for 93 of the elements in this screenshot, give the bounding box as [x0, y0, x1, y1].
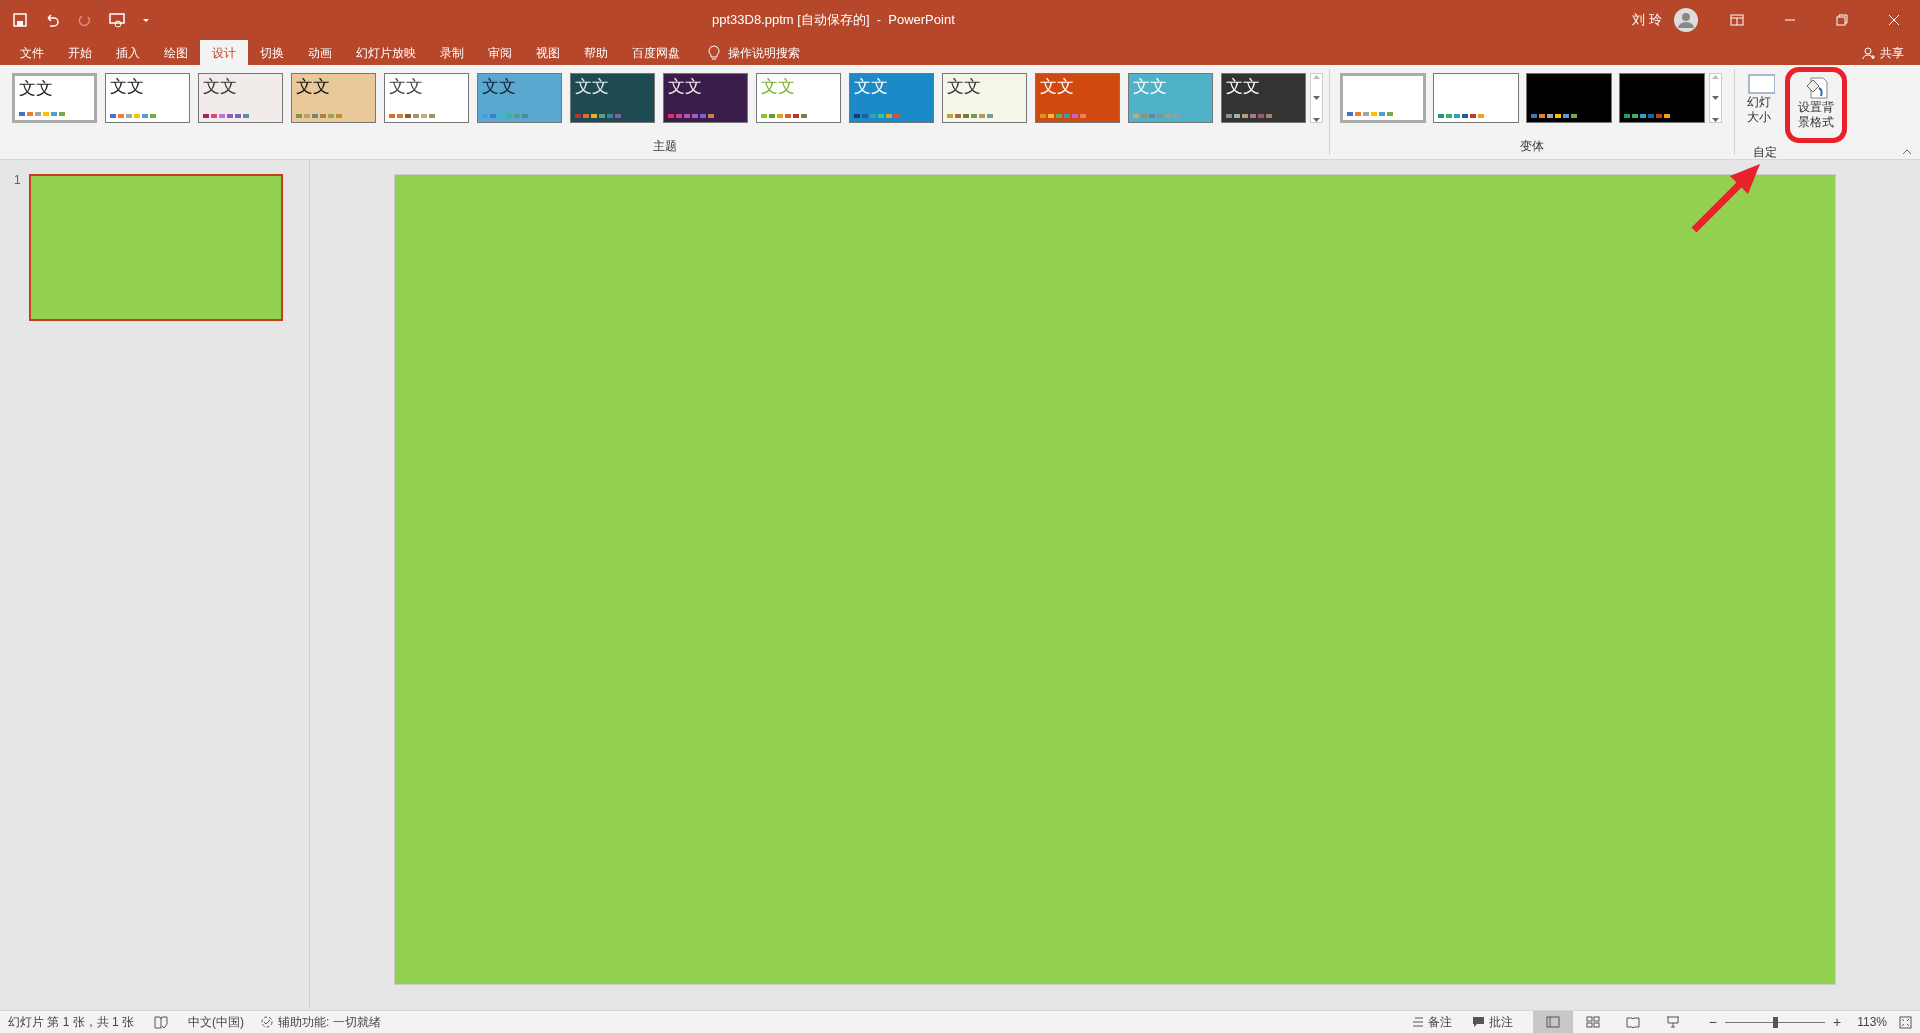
theme-thumbnail[interactable]: 文文 — [1035, 73, 1120, 123]
group-label: 主题 — [652, 138, 677, 155]
slide-thumbnail[interactable] — [28, 174, 283, 321]
gallery-scrollbar[interactable] — [1709, 73, 1722, 123]
person-add-icon — [1862, 45, 1876, 60]
ribbon-tab[interactable]: 视图 — [524, 40, 572, 65]
spellcheck-icon[interactable] — [154, 1015, 169, 1029]
zoom-level[interactable]: 113% — [1857, 1013, 1887, 1031]
group-label: 自定 — [1753, 144, 1777, 161]
slide-size-icon — [1747, 73, 1775, 95]
theme-thumbnail[interactable]: 文文 — [942, 73, 1027, 123]
theme-sample-text: 文文 — [389, 78, 424, 95]
window-title: ppt33D8.pptm [自动保存的] - PowerPoint — [712, 11, 955, 30]
ribbon-tab[interactable]: 设计 — [200, 40, 248, 65]
variant-thumbnail[interactable] — [1433, 73, 1519, 123]
fit-to-window-icon[interactable] — [1899, 1015, 1912, 1029]
annotation-arrow — [1690, 162, 1762, 234]
theme-sample-text: 文文 — [19, 80, 54, 97]
theme-sample-text: 文文 — [1040, 78, 1075, 95]
avatar-icon[interactable] — [1674, 8, 1698, 32]
view-button[interactable] — [1532, 1011, 1573, 1033]
theme-thumbnail[interactable]: 文文 — [663, 73, 748, 123]
slide-number: 1 — [14, 174, 21, 189]
format-background-button[interactable]: 设置背 景格式 — [1794, 72, 1838, 130]
theme-thumbnail[interactable]: 文文 — [1221, 73, 1306, 123]
ribbon-tab[interactable]: 插入 — [104, 40, 152, 65]
ribbon-tab[interactable]: 开始 — [56, 40, 104, 65]
theme-sample-text: 文文 — [296, 78, 331, 95]
user-name: 刘 玲 — [1632, 11, 1662, 30]
theme-sample-text: 文文 — [947, 78, 982, 95]
slideshow-icon[interactable] — [108, 12, 126, 28]
theme-thumbnail[interactable]: 文文 — [105, 73, 190, 123]
theme-sample-text: 文文 — [1226, 78, 1261, 95]
notes-icon — [1411, 1017, 1424, 1027]
share-button[interactable]: 共享 — [1880, 43, 1904, 62]
theme-thumbnail[interactable]: 文文 — [12, 73, 97, 123]
ribbon-tab[interactable]: 录制 — [428, 40, 476, 65]
comment-icon — [1471, 1016, 1485, 1028]
zoom-slider[interactable] — [1725, 1016, 1825, 1028]
customize-caret-icon[interactable] — [142, 16, 150, 24]
variant-thumbnail[interactable] — [1340, 73, 1426, 123]
lightbulb-icon — [708, 44, 720, 61]
reading-view-icon — [1625, 1016, 1640, 1028]
theme-sample-text: 文文 — [761, 78, 796, 95]
more-icon[interactable] — [1313, 117, 1320, 122]
ribbon-tab[interactable]: 文件 — [8, 40, 56, 65]
ribbon-tab[interactable]: 绘图 — [152, 40, 200, 65]
ribbon-tab[interactable]: 动画 — [296, 40, 344, 65]
zoom-in-button[interactable]: + — [1833, 1011, 1842, 1033]
theme-thumbnail[interactable]: 文文 — [384, 73, 469, 123]
theme-sample-text: 文文 — [110, 78, 145, 95]
theme-thumbnail[interactable]: 文文 — [198, 73, 283, 123]
theme-sample-text: 文文 — [203, 78, 238, 95]
theme-sample-text: 文文 — [1133, 78, 1168, 95]
language-status[interactable]: 中文(中国) — [188, 1013, 245, 1031]
ribbon-display-icon[interactable] — [1730, 14, 1744, 26]
save-icon[interactable] — [12, 12, 28, 28]
theme-sample-text: 文文 — [854, 78, 889, 95]
scroll-down-icon[interactable] — [1712, 95, 1719, 101]
ribbon-tab[interactable]: 切换 — [248, 40, 296, 65]
accessibility-status[interactable]: 辅助功能: 一切就绪 — [278, 1013, 381, 1031]
undo-icon[interactable] — [44, 12, 60, 28]
group-label: 变体 — [1520, 138, 1544, 155]
gallery-scrollbar[interactable] — [1310, 73, 1323, 123]
tell-me-search[interactable]: 操作说明搜索 — [728, 43, 800, 62]
ribbon-tab[interactable]: 帮助 — [572, 40, 620, 65]
slide-counter: 幻灯片 第 1 张，共 1 张 — [8, 1014, 135, 1031]
normal-view-icon — [1545, 1016, 1560, 1028]
theme-thumbnail[interactable]: 文文 — [477, 73, 562, 123]
theme-sample-text: 文文 — [668, 78, 703, 95]
accessibility-icon[interactable] — [260, 1015, 275, 1029]
variant-thumbnail[interactable] — [1526, 73, 1612, 123]
restore-icon[interactable] — [1836, 14, 1848, 26]
ribbon-tab[interactable]: 百度网盘 — [620, 40, 692, 65]
theme-sample-text: 文文 — [575, 78, 610, 95]
scroll-down-icon[interactable] — [1313, 95, 1320, 101]
theme-thumbnail[interactable]: 文文 — [570, 73, 655, 123]
variant-thumbnail[interactable] — [1619, 73, 1705, 123]
slide-sorter-icon — [1585, 1016, 1600, 1028]
theme-thumbnail[interactable]: 文文 — [291, 73, 376, 123]
zoom-out-button[interactable]: − — [1708, 1011, 1717, 1033]
notes-button[interactable]: 备注 — [1411, 1013, 1452, 1031]
comments-button[interactable]: 批注 — [1471, 1013, 1513, 1031]
slide-size-button[interactable]: 幻灯 大小 — [1747, 73, 1777, 143]
more-icon[interactable] — [1712, 117, 1719, 122]
collapse-ribbon-icon[interactable] — [1902, 149, 1912, 155]
theme-thumbnail[interactable]: 文文 — [849, 73, 934, 123]
presenter-icon — [1665, 1016, 1680, 1028]
zoom-slider-thumb[interactable] — [1773, 1016, 1778, 1028]
close-icon[interactable] — [1888, 14, 1900, 26]
ribbon-tab[interactable]: 幻灯片放映 — [344, 40, 428, 65]
ribbon-tab[interactable]: 审阅 — [476, 40, 524, 65]
theme-sample-text: 文文 — [482, 78, 517, 95]
